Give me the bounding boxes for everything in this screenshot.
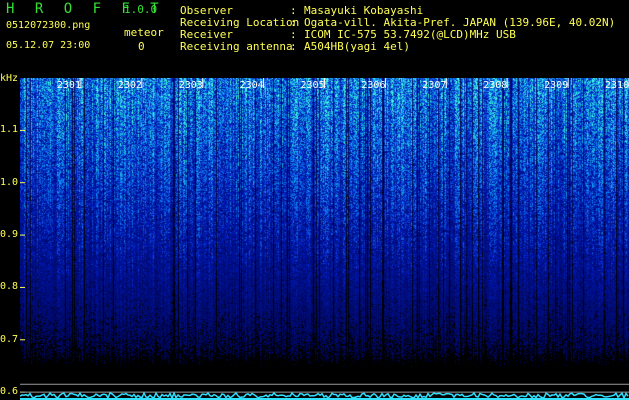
observer-label: Observer <box>180 4 233 17</box>
meteor-count: 0 <box>138 40 145 53</box>
y-tick-label: 1.1 <box>0 124 19 136</box>
location-label: Receiving Location <box>180 16 300 29</box>
x-tick-label: 2301 <box>56 80 81 91</box>
baseline-trace <box>20 391 629 400</box>
x-tick-label: 2303 <box>178 80 203 91</box>
x-tick-label: 2310 <box>605 80 629 91</box>
x-tick-label: 2302 <box>117 80 142 91</box>
location-value: Ogata-vill. Akita-Pref. JAPAN (139.96E, … <box>304 16 616 29</box>
y-tick-label: 0.6 <box>0 386 19 398</box>
receiver-label: Receiver <box>180 28 233 41</box>
x-tick-label: 2307 <box>422 80 447 91</box>
x-tick-label: 2304 <box>239 80 264 91</box>
location-colon: : <box>290 16 297 29</box>
y-axis-unit: kHz <box>0 73 19 84</box>
x-tick-label: 2309 <box>544 80 569 91</box>
y-tick-label: 0.7 <box>0 333 19 345</box>
antenna-label: Receiving antenna <box>180 40 293 53</box>
x-tick-label: 2306 <box>361 80 386 91</box>
date-time: 05.12.07 23:00 <box>6 40 91 51</box>
observer-value: Masayuki Kobayashi <box>304 4 424 17</box>
receiver-colon: : <box>290 28 297 41</box>
receiver-value: ICOM IC-575 53.7492(@LCD)MHz USB <box>304 28 516 41</box>
spectrogram-grid <box>20 78 629 400</box>
x-tick-label: 2308 <box>483 80 508 91</box>
app-version: 1.0.0 <box>124 3 158 16</box>
y-tick-label: 0.9 <box>0 229 19 241</box>
y-tick-label: 1.0 <box>0 176 19 188</box>
meteor-label: meteor <box>124 26 164 39</box>
y-tick-label: 0.8 <box>0 281 19 293</box>
x-tick-label: 2305 <box>300 80 325 91</box>
antenna-value: A504HB(yagi 4el) <box>304 40 410 53</box>
hroft-screen: H R O F F T 1.0.0 0512072300.png 05.12.0… <box>0 0 629 400</box>
observer-colon: : <box>290 4 297 17</box>
file-name: 0512072300.png <box>6 20 91 31</box>
antenna-colon: : <box>290 40 297 53</box>
